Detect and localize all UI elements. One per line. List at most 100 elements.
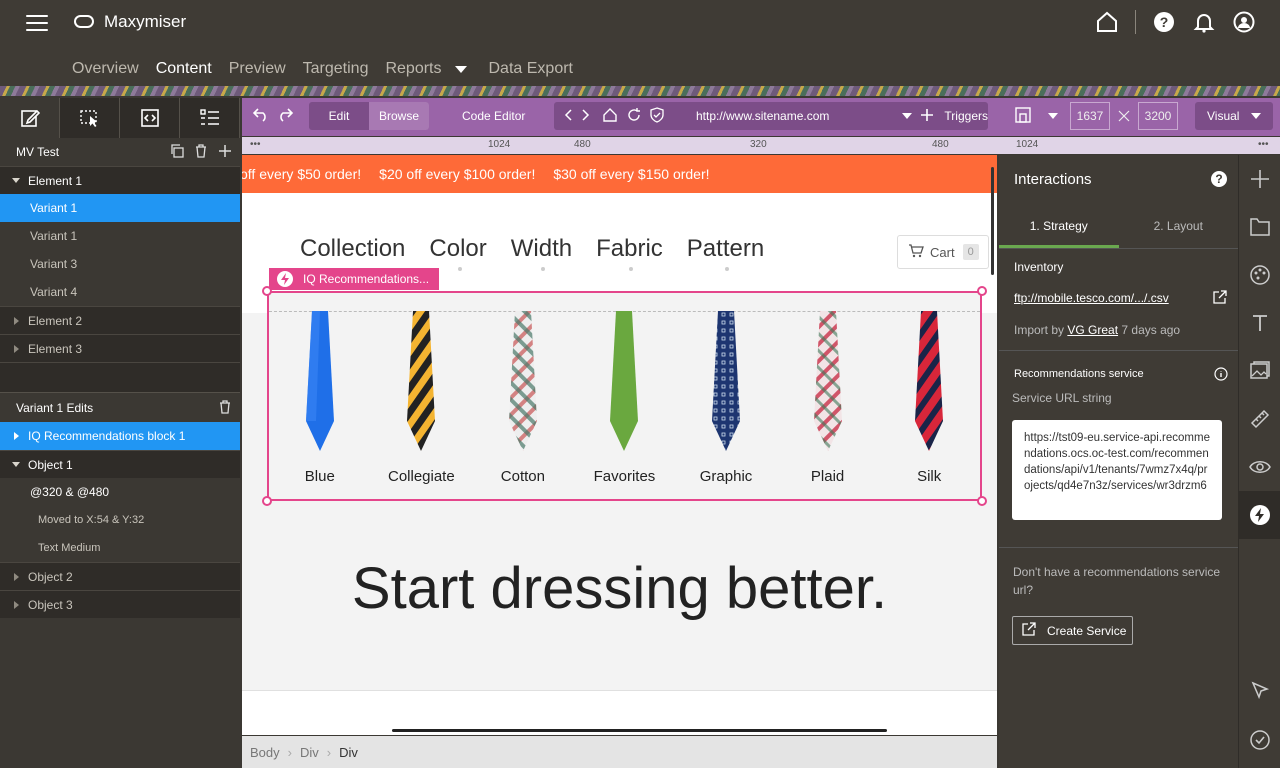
shield-icon[interactable] — [650, 106, 664, 126]
home-icon[interactable] — [602, 107, 618, 126]
cart-button[interactable]: Cart 0 — [897, 235, 989, 269]
trash-icon[interactable] — [194, 144, 208, 161]
product-item[interactable]: Cotton — [478, 311, 568, 491]
triggers-button[interactable]: Triggers — [944, 109, 988, 123]
trash-icon[interactable] — [218, 400, 232, 417]
edit-tab-icon[interactable] — [0, 98, 60, 138]
url-dropdown-icon[interactable] — [902, 113, 913, 119]
element-row[interactable]: Element 3 — [0, 334, 240, 362]
category-link[interactable]: Pattern — [687, 235, 764, 271]
add-icon[interactable] — [218, 144, 232, 161]
category-link[interactable]: Fabric — [596, 235, 663, 271]
copy-icon[interactable] — [170, 144, 184, 161]
category-link[interactable]: Collection — [300, 235, 405, 263]
breadcrumb-item[interactable]: Body — [250, 745, 280, 760]
change-row[interactable]: Text Medium — [0, 534, 240, 562]
notification-bell-icon[interactable] — [1192, 10, 1216, 34]
list-view-icon[interactable] — [180, 98, 240, 138]
device-icon[interactable] — [1014, 106, 1032, 127]
viewport-width-input[interactable]: 1637 — [1070, 102, 1110, 130]
check-circle-icon[interactable] — [1239, 716, 1280, 764]
product-item[interactable]: Graphic — [681, 311, 771, 491]
service-url-input[interactable]: https://tst09-eu.service-api.recommendat… — [1012, 420, 1222, 520]
resize-handle[interactable] — [977, 496, 987, 506]
change-row[interactable]: Moved to X:54 & Y:32 — [0, 506, 240, 534]
browse-mode-button[interactable]: Browse — [369, 102, 429, 130]
edit-mode-button[interactable]: Edit — [309, 109, 369, 123]
element-row[interactable]: Element 1 — [0, 166, 240, 194]
refresh-icon[interactable] — [626, 107, 642, 126]
cursor-select-icon[interactable] — [1239, 666, 1280, 714]
iq-block-tag[interactable]: IQ Recommendations... — [269, 268, 440, 290]
nav-preview[interactable]: Preview — [229, 58, 286, 80]
add-icon[interactable] — [1239, 155, 1280, 203]
redo-icon[interactable] — [276, 107, 294, 126]
variant-row[interactable]: Variant 3 — [0, 250, 240, 278]
lightning-icon[interactable] — [1239, 491, 1280, 539]
folder-icon[interactable] — [1239, 203, 1280, 251]
resize-handle[interactable] — [977, 286, 987, 296]
tab-strategy[interactable]: 1. Strategy — [999, 213, 1119, 248]
product-item[interactable]: Silk — [884, 311, 974, 491]
user-account-icon[interactable] — [1232, 10, 1256, 34]
resize-handle[interactable] — [262, 286, 272, 296]
create-service-button[interactable]: Create Service — [1012, 616, 1133, 645]
edit-row-iq-block[interactable]: IQ Recommendations block 1 — [0, 422, 240, 450]
nav-reports[interactable]: Reports — [385, 58, 441, 80]
product-item[interactable]: Plaid — [783, 311, 873, 491]
ruler-tool-icon[interactable] — [1239, 395, 1280, 443]
product-item[interactable]: Blue — [275, 311, 365, 491]
element-row[interactable]: Element 2 — [0, 306, 240, 334]
viewport-height-input[interactable]: 3200 — [1138, 102, 1178, 130]
ruler-menu[interactable]: ••• — [250, 139, 261, 150]
category-link[interactable]: Width — [511, 235, 572, 271]
inventory-link[interactable]: ftp://mobile.tesco.com/.../.csv — [1014, 291, 1169, 305]
view-mode-select[interactable]: Visual — [1195, 102, 1273, 130]
nav-targeting[interactable]: Targeting — [303, 58, 369, 80]
object-row[interactable]: Object 1 — [0, 450, 240, 478]
palette-icon[interactable] — [1239, 251, 1280, 299]
back-icon[interactable] — [564, 108, 574, 124]
home-icon[interactable] — [1095, 10, 1119, 34]
select-region-icon[interactable] — [60, 98, 120, 138]
product-item[interactable]: Favorites — [579, 311, 669, 491]
nav-data-export[interactable]: Data Export — [489, 58, 573, 80]
ruler-menu[interactable]: ••• — [1258, 139, 1269, 150]
variant-row[interactable]: Variant 1 — [0, 222, 240, 250]
nav-content[interactable]: Content — [156, 58, 212, 80]
image-icon[interactable] — [1239, 347, 1280, 395]
product-item[interactable]: Collegiate — [376, 311, 466, 491]
resize-handle[interactable] — [262, 496, 272, 506]
page-canvas[interactable]: off every $50 order! $20 off every $100 … — [242, 155, 997, 735]
device-dropdown-icon[interactable] — [1048, 113, 1058, 119]
hero-headline[interactable]: Start dressing better. — [242, 555, 997, 622]
tab-layout[interactable]: 2. Layout — [1119, 213, 1239, 248]
eye-icon[interactable] — [1239, 443, 1280, 491]
breakpoint-row[interactable]: @320 & @480 — [0, 478, 240, 506]
object-row[interactable]: Object 3 — [0, 590, 240, 618]
breadcrumb-item[interactable]: Div — [300, 745, 319, 760]
undo-icon[interactable] — [252, 107, 270, 126]
object-row[interactable]: Object 2 — [0, 562, 240, 590]
url-field[interactable]: http://www.sitename.com — [696, 109, 914, 123]
help-icon[interactable]: ? — [1211, 171, 1227, 187]
forward-icon[interactable] — [580, 108, 590, 124]
text-icon[interactable] — [1239, 299, 1280, 347]
scrollbar-vertical[interactable] — [991, 167, 994, 275]
breadcrumb-item[interactable]: Div — [339, 745, 358, 760]
variant-row[interactable]: Variant 4 — [0, 278, 240, 306]
menu-icon[interactable] — [26, 12, 48, 34]
nav-overview[interactable]: Overview — [72, 58, 139, 80]
add-trigger-icon[interactable] — [920, 108, 934, 125]
category-link[interactable]: Color — [429, 235, 487, 271]
import-user-link[interactable]: VG Great — [1067, 323, 1118, 337]
help-icon[interactable]: ? — [1152, 10, 1176, 34]
info-icon[interactable] — [1214, 367, 1228, 384]
code-view-icon[interactable] — [120, 98, 180, 138]
external-link-icon[interactable] — [1213, 290, 1227, 307]
scrollbar-horizontal[interactable] — [392, 729, 887, 732]
variant-row[interactable]: Variant 1 — [0, 194, 240, 222]
code-editor-button[interactable]: Code Editor — [462, 102, 525, 130]
reports-dropdown-icon[interactable] — [454, 66, 467, 73]
iq-recommendations-block[interactable]: Blue Collegiate Cotton Favorites Graphic — [267, 291, 982, 501]
